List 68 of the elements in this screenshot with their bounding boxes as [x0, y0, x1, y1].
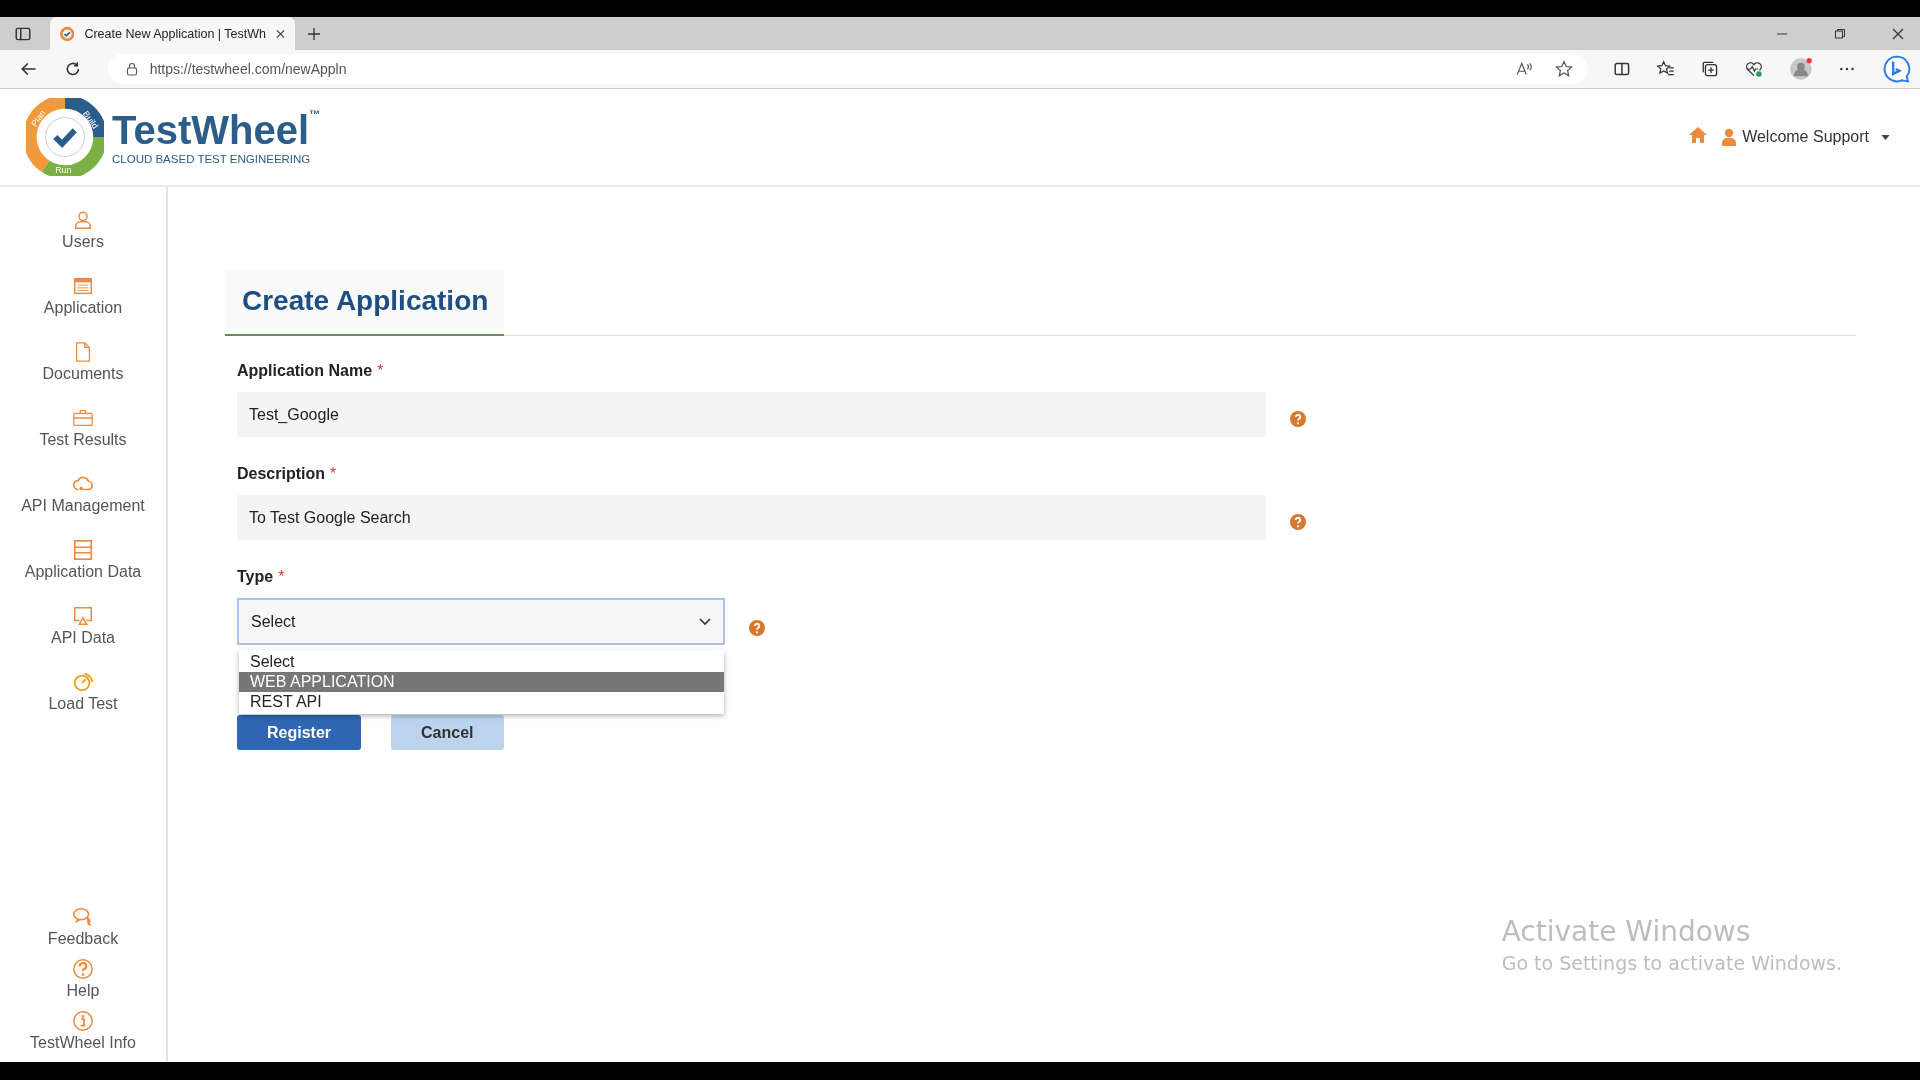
field-label: Type — [237, 568, 274, 586]
logo-ring-text: Run — [55, 165, 72, 176]
sidebar-item[interactable]: Documents — [42, 341, 124, 383]
field-label: Description — [237, 465, 325, 483]
screen-icon — [72, 605, 94, 627]
trademark-mark: ™ — [309, 109, 321, 120]
caret-icon — [1881, 134, 1890, 140]
lock-icon — [125, 62, 138, 76]
user-icon — [72, 209, 94, 231]
sidebar-item[interactable]: TestWheel Info — [30, 1010, 136, 1052]
help-icon[interactable] — [1290, 410, 1306, 427]
split-screen-icon[interactable] — [1613, 60, 1632, 78]
sidebar-item[interactable]: API Data — [51, 605, 115, 647]
chevron-down-icon — [699, 617, 711, 626]
new-tab-icon[interactable] — [307, 26, 321, 41]
server-icon — [72, 539, 94, 561]
back-icon[interactable] — [20, 60, 38, 78]
sidebar-item[interactable]: Help — [66, 958, 100, 1000]
required-mark: * — [377, 362, 384, 380]
dropdown-option[interactable]: REST API — [239, 692, 724, 712]
help-icon — [72, 958, 94, 980]
help-icon[interactable] — [1290, 513, 1306, 530]
sidebar-item[interactable]: Load Test — [48, 671, 118, 713]
sidebar-item[interactable]: API Management — [21, 473, 145, 515]
star-icon[interactable] — [1555, 60, 1574, 78]
activation-message: Go to Settings to activate Windows. — [1501, 952, 1842, 974]
url-text: https://testwheel.com/newAppln — [149, 61, 347, 77]
required-mark: * — [278, 568, 285, 586]
site-logo-icon — [60, 25, 75, 42]
type-dropdown[interactable]: Select — [237, 598, 725, 645]
user-menu[interactable]: Welcome Support — [1722, 128, 1890, 146]
wheel-logo-icon — [26, 98, 104, 176]
logo-tagline: CLOUD BASED TEST ENGINEERING — [112, 153, 312, 165]
profile-icon[interactable] — [1788, 57, 1813, 81]
text-field[interactable]: Test_Google — [237, 392, 1266, 437]
list-window-icon — [72, 275, 94, 297]
page-title: Create Application — [225, 269, 505, 336]
sidebar-item[interactable]: Test Results — [39, 407, 127, 449]
chat-icon — [72, 906, 94, 928]
required-mark: * — [330, 465, 337, 483]
gauge-icon — [72, 671, 94, 693]
close-icon[interactable] — [276, 28, 285, 39]
register-button[interactable]: Register — [237, 715, 362, 750]
activation-title: Activate Windows — [1501, 915, 1752, 948]
dropdown-option[interactable]: WEB APPLICATION — [239, 672, 724, 692]
favorites-icon[interactable] — [1657, 60, 1676, 78]
sidebar-item[interactable]: Application Data — [24, 539, 142, 581]
help-icon[interactable] — [749, 620, 765, 636]
info-icon — [72, 1010, 94, 1032]
collections-icon[interactable] — [1701, 60, 1719, 78]
restore-icon[interactable] — [1834, 27, 1846, 40]
logo-name: TestWheel — [112, 109, 310, 151]
sidebar-item[interactable]: Feedback — [47, 906, 119, 948]
heart-pulse-icon[interactable] — [1744, 60, 1763, 78]
dropdown-option[interactable]: Select — [239, 652, 724, 672]
browser-tab[interactable]: Create New Application | TestWh — [50, 17, 295, 50]
text-field[interactable]: To Test Google Search — [237, 495, 1266, 540]
cancel-button[interactable]: Cancel — [391, 715, 504, 750]
briefcase-icon — [72, 407, 94, 429]
sidebar-item[interactable]: Users — [62, 209, 104, 251]
chat-bubble-icon[interactable] — [1882, 54, 1912, 84]
tab-title: Create New Application | TestWh — [84, 26, 266, 41]
field-label: Application Name — [237, 362, 373, 380]
close-icon[interactable] — [1892, 27, 1904, 40]
person-icon — [1722, 128, 1737, 146]
address-bar[interactable]: https://testwheel.com/newAppln — [107, 54, 1588, 84]
sidebar-item[interactable]: Application — [43, 275, 123, 317]
read-aloud-icon[interactable] — [1515, 60, 1534, 78]
